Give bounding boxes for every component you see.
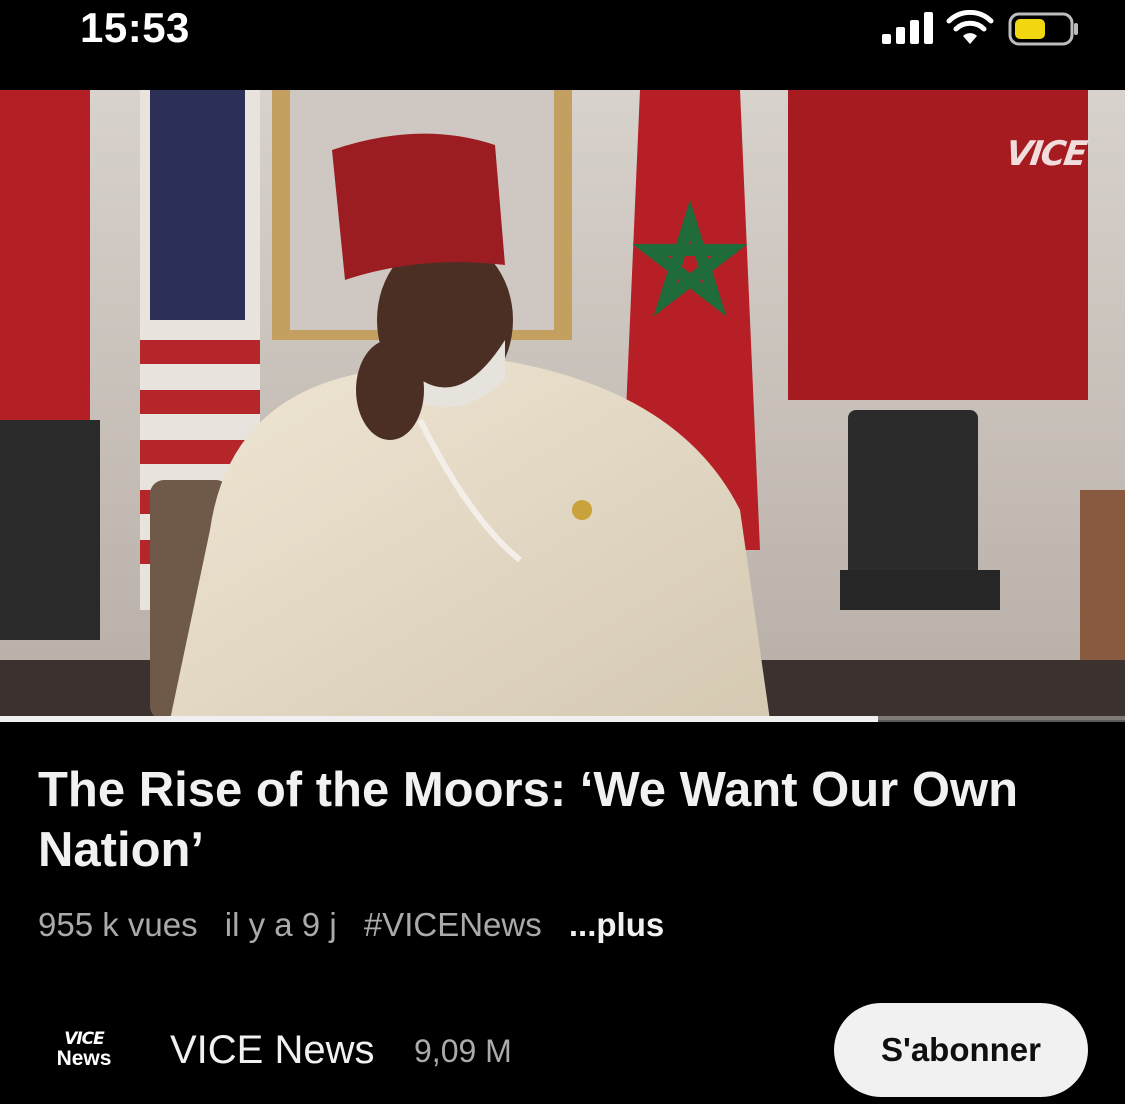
subscriber-count: 9,09 M	[414, 1033, 512, 1069]
avatar-logo-text: VICE	[64, 1029, 105, 1049]
hashtag-link[interactable]: #VICENews	[364, 906, 542, 943]
status-bar: 15:53	[0, 0, 1125, 90]
wifi-icon	[946, 10, 994, 44]
status-time: 15:53	[80, 4, 190, 51]
channel-avatar[interactable]: VICE News	[44, 1030, 124, 1074]
signal-icon	[882, 12, 933, 44]
video-player[interactable]: VICE	[0, 90, 1125, 720]
avatar-label: News	[56, 1047, 112, 1070]
progress-bar[interactable]	[0, 716, 1125, 722]
view-count: 955 k vues	[38, 906, 198, 943]
video-frame	[0, 90, 1125, 720]
subscribe-button[interactable]: S'abonner	[834, 1003, 1088, 1097]
progress-fill	[0, 716, 878, 722]
video-title[interactable]: The Rise of the Moors: ‘We Want Our Own …	[38, 760, 1078, 880]
vice-watermark: VICE	[1003, 134, 1088, 174]
channel-name[interactable]: VICE News	[170, 1028, 375, 1073]
upload-age: il y a 9 j	[224, 906, 337, 943]
video-meta[interactable]: 955 k vues il y a 9 j #VICENews ...plus	[38, 906, 682, 944]
more-link[interactable]: ...plus	[569, 906, 664, 943]
battery-icon	[1008, 12, 1078, 46]
